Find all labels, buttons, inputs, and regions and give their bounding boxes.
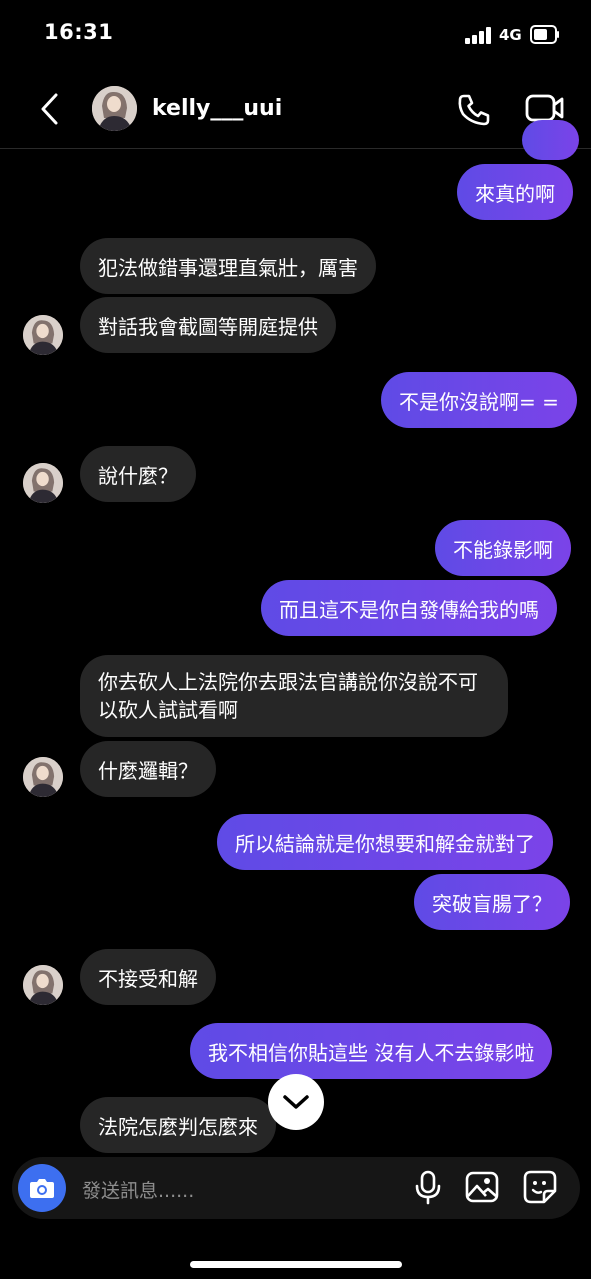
message-bubble-incoming[interactable]: 不接受和解 <box>80 949 216 1005</box>
phone-icon[interactable] <box>455 92 493 128</box>
scroll-down-icon <box>283 1095 309 1109</box>
microphone-icon[interactable] <box>410 1169 446 1205</box>
message-bubble-incoming[interactable]: 犯法做錯事還理直氣壯，厲害 <box>80 238 376 294</box>
avatar[interactable] <box>92 86 137 131</box>
back-icon[interactable] <box>36 92 66 126</box>
message-composer: 發送訊息...... <box>12 1157 580 1219</box>
sender-avatar[interactable] <box>23 757 63 797</box>
message-bubble-outgoing[interactable]: 不是你沒說啊= = <box>381 372 577 428</box>
battery-icon <box>530 25 559 44</box>
message-bubble-incoming[interactable]: 說什麼？ <box>80 446 196 502</box>
camera-button[interactable] <box>18 1164 66 1212</box>
home-indicator <box>190 1261 402 1268</box>
message-bubble-outgoing[interactable]: 不能錄影啊 <box>435 520 571 576</box>
message-bubble-incoming[interactable]: 法院怎麼判怎麼來 <box>80 1097 276 1153</box>
gallery-icon[interactable] <box>464 1169 500 1205</box>
camera-icon <box>30 1179 54 1198</box>
signal-icon <box>465 27 491 44</box>
chat-username[interactable]: kelly___uui <box>152 96 282 121</box>
message-bubble-incoming[interactable]: 對話我會截圖等開庭提供 <box>80 297 336 353</box>
status-bar: 16:31 4G <box>0 0 591 70</box>
sender-avatar[interactable] <box>23 965 63 1005</box>
message-bubble-outgoing[interactable]: 我不相信你貼這些 沒有人不去錄影啦 <box>190 1023 553 1079</box>
sender-avatar[interactable] <box>23 463 63 503</box>
message-input[interactable]: 發送訊息...... <box>82 1176 194 1203</box>
message-bubble-outgoing[interactable]: 突破盲腸了？ <box>414 874 570 930</box>
message-bubble-outgoing[interactable]: 而且這不是你自發傳給我的嗎 <box>261 580 557 636</box>
message-bubble-outgoing[interactable]: 來真的啊 <box>457 164 573 220</box>
status-time: 16:31 <box>44 20 114 44</box>
network-label: 4G <box>499 26 522 44</box>
chat-header: kelly___uui <box>0 70 591 149</box>
message-bubble-incoming[interactable]: 你去砍人上法院你去跟法官講說你沒說不可以砍人試試看啊 <box>80 655 508 737</box>
message-bubble-outgoing <box>522 120 579 160</box>
message-bubble-outgoing[interactable]: 所以結論就是你想要和解金就對了 <box>217 814 553 870</box>
message-bubble-incoming[interactable]: 什麼邏輯？ <box>80 741 216 797</box>
sender-avatar[interactable] <box>23 315 63 355</box>
scroll-to-bottom-button[interactable] <box>268 1074 324 1130</box>
sticker-icon[interactable] <box>522 1169 558 1205</box>
